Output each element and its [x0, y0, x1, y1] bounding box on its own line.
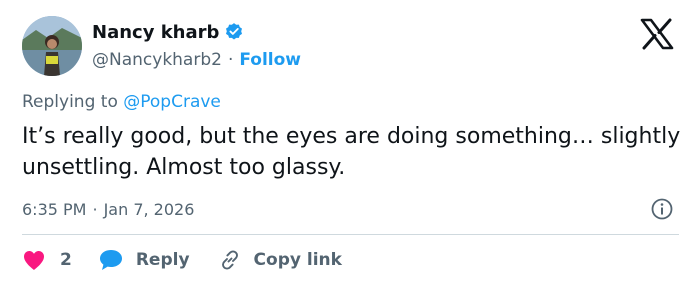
like-count: 2 [60, 250, 72, 270]
like-button[interactable]: 2 [22, 249, 98, 271]
author-name-row: Nancy kharb [92, 20, 244, 44]
link-icon [218, 248, 242, 272]
author-handle[interactable]: @Nancykharb2 [92, 50, 222, 70]
reply-context: Replying to @PopCrave [22, 92, 221, 112]
author-name[interactable]: Nancy kharb [92, 22, 219, 43]
info-icon[interactable] [650, 197, 674, 221]
author-handle-row: @Nancykharb2 · Follow [92, 48, 301, 72]
tweet-date[interactable]: Jan 7, 2026 [104, 200, 195, 219]
x-logo-icon[interactable] [639, 18, 675, 50]
tweet-meta: 6:35 PM · Jan 7, 2026 [22, 197, 194, 221]
tweet-embed-card: Nancy kharb @Nancykharb2 · Follow Replyi… [0, 0, 700, 287]
separator-dot: · [227, 50, 234, 70]
verified-badge-icon [224, 22, 244, 42]
tweet-text: It’s really good, but the eyes are doing… [22, 124, 681, 180]
meta-separator: · [92, 199, 98, 219]
speech-bubble-icon [98, 248, 124, 272]
heart-icon [22, 249, 46, 271]
avatar[interactable] [22, 16, 82, 76]
copy-link-label: Copy link [253, 250, 342, 270]
divider [22, 234, 679, 235]
reply-button[interactable]: Reply [98, 248, 218, 272]
tweet-time[interactable]: 6:35 PM [22, 200, 86, 219]
reply-mention-link[interactable]: @PopCrave [123, 92, 221, 112]
copy-link-button[interactable]: Copy link [218, 248, 342, 272]
reply-context-prefix: Replying to [22, 92, 118, 112]
reply-label: Reply [135, 250, 190, 270]
follow-button[interactable]: Follow [239, 50, 301, 70]
action-bar: 2 Reply Copy link [22, 247, 342, 273]
